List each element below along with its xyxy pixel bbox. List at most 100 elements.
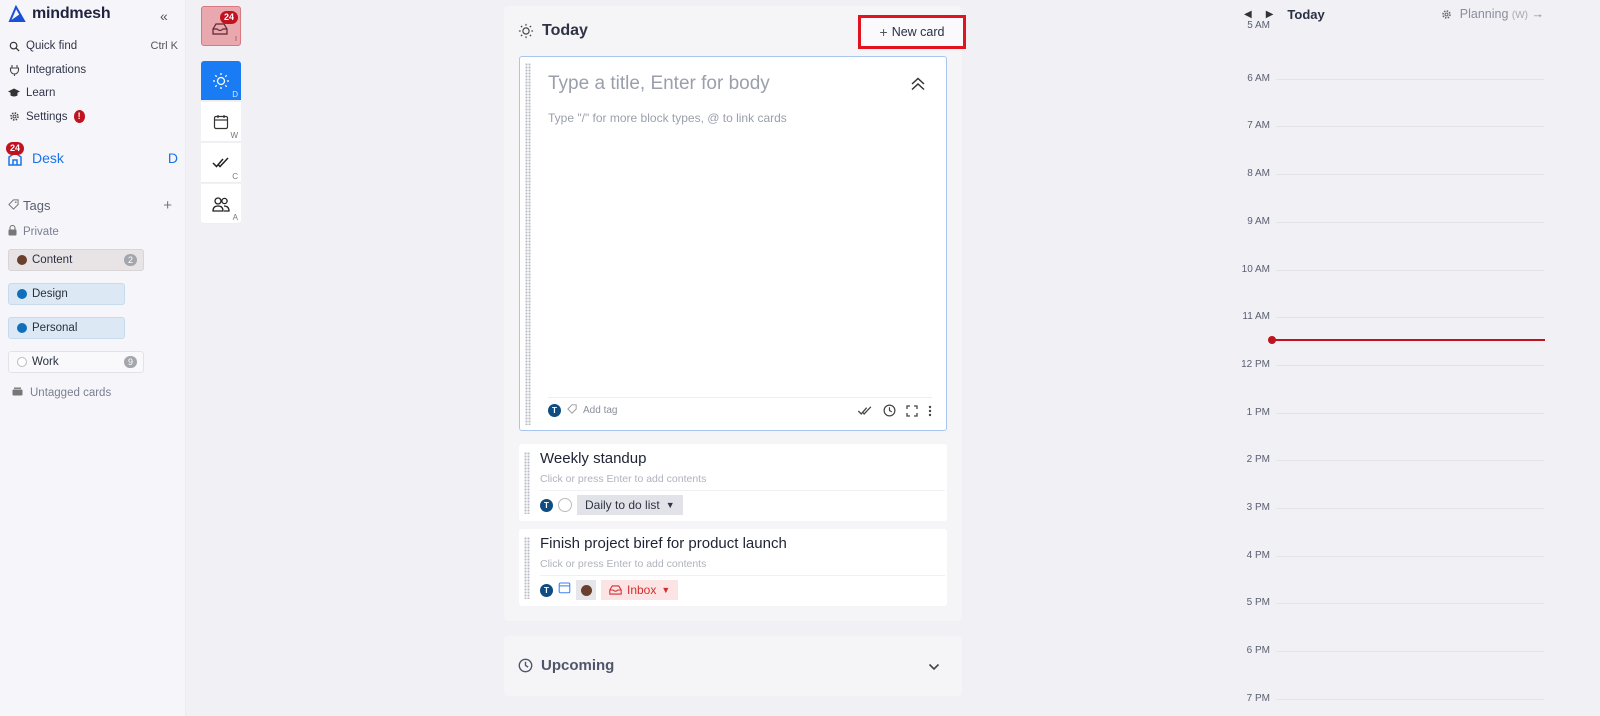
prev-day-icon[interactable]: ◀	[1244, 9, 1252, 20]
planning-button[interactable]: Planning (W) →	[1460, 7, 1544, 21]
double-check-icon[interactable]	[857, 405, 873, 416]
calendar-hour-row[interactable]: 8 AM	[1230, 168, 1544, 179]
view-week[interactable]: W	[201, 102, 241, 142]
upcoming-section[interactable]: Upcoming	[504, 636, 962, 696]
hour-label: 8 AM	[1247, 168, 1270, 180]
sidebar-item-untagged[interactable]: Untagged cards	[12, 387, 111, 399]
card-title[interactable]: Finish project biref for product launch	[540, 535, 787, 552]
private-label: Private	[23, 226, 59, 238]
calendar-hour-row[interactable]: 1 PM	[1230, 407, 1544, 418]
drag-handle[interactable]	[525, 63, 531, 425]
untagged-label: Untagged cards	[30, 387, 112, 399]
inbox-button[interactable]: 24 I	[201, 6, 241, 46]
card-footer: T Inbox ▼	[540, 575, 945, 600]
hour-label: 1 PM	[1246, 406, 1270, 418]
more-vertical-icon[interactable]	[928, 405, 932, 417]
calendar-hour-row[interactable]: 7 AM	[1230, 120, 1544, 131]
card-title[interactable]: Weekly standup	[540, 450, 646, 467]
tags-header: Tags +	[8, 197, 178, 214]
tag-design[interactable]: Design	[8, 283, 125, 305]
assignee-avatar[interactable]: T	[540, 583, 553, 597]
hour-gridline	[1276, 174, 1544, 176]
caret-down-icon: ▼	[661, 585, 671, 595]
card-weekly-standup[interactable]: Weekly standup Click or press Enter to a…	[519, 444, 947, 521]
sidebar-item-desk[interactable]: 24 Desk D	[6, 142, 178, 166]
clock-icon[interactable]	[883, 404, 896, 417]
hour-label: 6 AM	[1247, 72, 1270, 84]
assignee-avatar[interactable]: T	[540, 498, 553, 512]
sidebar-item-integrations[interactable]: Integrations	[8, 64, 178, 76]
calendar-hour-row[interactable]: 9 AM	[1230, 216, 1544, 227]
new-card-editor[interactable]: Type a title, Enter for body Type "/" fo…	[519, 56, 947, 431]
card-hint: Click or press Enter to add contents	[540, 473, 707, 485]
settings-label: Settings	[26, 110, 68, 123]
clock-icon	[518, 658, 533, 673]
drag-handle[interactable]	[524, 537, 530, 599]
private-section: Private	[8, 224, 59, 239]
calendar-hour-row[interactable]: 11 AM	[1230, 311, 1544, 322]
calendar-hour-row[interactable]: 6 PM	[1230, 645, 1544, 656]
card-project-brief[interactable]: Finish project biref for product launch …	[519, 529, 947, 606]
calendar-title: Today	[1287, 6, 1325, 22]
view-completed[interactable]: C	[201, 143, 241, 183]
calendar-hour-row[interactable]: 4 PM	[1230, 550, 1544, 561]
calendar-hour-row[interactable]: 2 PM	[1230, 454, 1544, 465]
calendar-icon[interactable]	[558, 581, 571, 599]
today-header: Today	[518, 22, 588, 40]
card-body-input[interactable]: Type "/" for more block types, @ to link…	[548, 111, 787, 125]
tag-empty-circle[interactable]	[558, 498, 572, 512]
drag-handle[interactable]	[524, 452, 530, 514]
desk-shortcut: D	[167, 150, 178, 166]
tag-content[interactable]: Content 2	[8, 249, 144, 271]
sidebar-item-settings[interactable]: Settings !	[8, 110, 178, 123]
add-tag-button[interactable]: Add tag	[583, 405, 617, 416]
calendar-hour-row[interactable]: 3 PM	[1230, 502, 1544, 513]
users-icon	[212, 196, 230, 212]
tag-label: Personal	[32, 322, 78, 334]
view-today[interactable]: D	[201, 61, 241, 101]
hour-label: 12 PM	[1241, 358, 1270, 370]
assignee-avatar[interactable]: T	[548, 404, 561, 417]
calendar-hour-row[interactable]: 5 PM	[1230, 597, 1544, 608]
planning-label: Planning	[1459, 7, 1509, 21]
calendar-hour-row[interactable]: 7 PM	[1230, 693, 1544, 704]
tag-personal[interactable]: Personal	[8, 317, 125, 339]
upcoming-header: Upcoming	[518, 657, 614, 674]
integrations-label: Integrations	[26, 64, 87, 76]
current-time-indicator	[1268, 336, 1545, 344]
fullscreen-icon[interactable]	[906, 404, 918, 417]
settings-alert-badge: !	[73, 110, 85, 123]
tag-work[interactable]: Work 9	[8, 351, 144, 373]
calendar-hour-row[interactable]: 6 AM	[1230, 73, 1544, 84]
desk-label: Desk	[32, 150, 64, 166]
list-selector[interactable]: Inbox ▼	[601, 580, 679, 600]
gear-icon[interactable]	[1441, 9, 1452, 20]
collapse-sidebar-icon[interactable]: «	[160, 8, 168, 24]
list-selector[interactable]: Daily to do list ▼	[577, 495, 683, 515]
inbox-tray-icon	[212, 23, 228, 35]
gear-icon	[8, 111, 20, 123]
calendar-hour-row[interactable]: 5 AM	[1230, 20, 1544, 32]
calendar-hour-row[interactable]: 12 PM	[1230, 359, 1544, 370]
hour-label: 4 PM	[1246, 549, 1270, 561]
sidebar-item-learn[interactable]: Learn	[8, 87, 178, 99]
hour-gridline	[1276, 508, 1544, 509]
caret-down-icon: ▼	[665, 500, 675, 510]
tag-label: Work	[32, 356, 59, 368]
tag-outline-icon	[567, 404, 577, 417]
tag-content-dot[interactable]	[576, 580, 596, 600]
card-title-input[interactable]: Type a title, Enter for body	[548, 73, 770, 95]
sun-icon	[518, 23, 534, 39]
next-day-icon[interactable]: ▶	[1266, 9, 1274, 20]
calendar-hour-row[interactable]: 10 AM	[1230, 264, 1544, 275]
new-card-button[interactable]: + New card	[858, 15, 966, 49]
view-assigned[interactable]: A	[201, 184, 241, 224]
quick-find-label: Quick find	[26, 40, 78, 52]
calendar-icon	[213, 114, 229, 129]
quick-find[interactable]: Quick find Ctrl K	[8, 40, 178, 52]
chevron-down-icon[interactable]	[928, 658, 940, 676]
brand[interactable]: mindmesh	[8, 5, 111, 23]
collapse-editor-icon[interactable]	[910, 77, 926, 96]
add-tag-button[interactable]: +	[163, 197, 172, 214]
today-title: Today	[542, 22, 588, 39]
